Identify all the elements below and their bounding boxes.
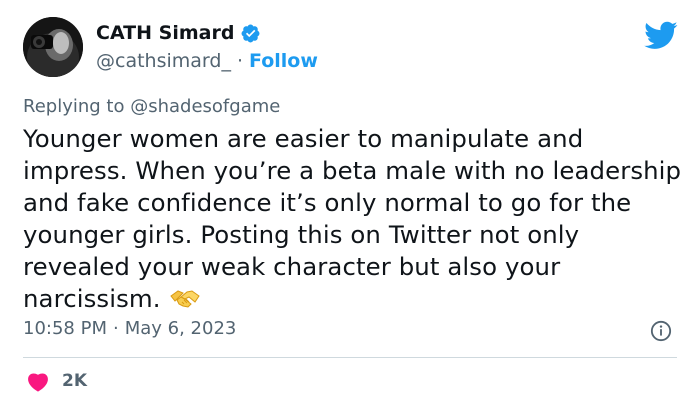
follow-button[interactable]: Follow: [249, 50, 318, 72]
handle-separator: ·: [236, 50, 243, 72]
tweet-time[interactable]: 10:58 PM: [23, 318, 107, 339]
author-handle[interactable]: @cathsimard_: [96, 50, 231, 72]
tweet-timestamp-row: 10:58 PM · May 6, 2023: [23, 318, 236, 339]
replying-to-label: Replying to: [23, 96, 125, 117]
like-count: 2K: [62, 371, 88, 391]
replying-to-line: Replying to @shadesofgame: [23, 96, 280, 117]
info-icon[interactable]: [650, 320, 672, 342]
tweet-date[interactable]: May 6, 2023: [125, 318, 237, 339]
author-display-name[interactable]: CATH Simard: [96, 22, 234, 44]
reply-mention-link[interactable]: @shadesofgame: [130, 96, 280, 117]
heart-icon: [28, 373, 48, 392]
divider: [23, 357, 677, 358]
twitter-bird-icon[interactable]: [644, 18, 678, 52]
author-name-row: CATH Simard: [96, 22, 261, 44]
avatar[interactable]: [23, 17, 83, 77]
tweet-body: Younger women are easier to manipulate a…: [23, 123, 683, 315]
tweet-text: Younger women are easier to manipulate a…: [23, 124, 682, 313]
verified-badge-icon: [241, 24, 260, 42]
tweet-card: CATH Simard @cathsimard_ · Follow Replyi…: [0, 0, 700, 410]
like-button[interactable]: 2K: [26, 370, 87, 392]
timestamp-separator: ·: [112, 318, 119, 339]
handshake-emoji: [169, 290, 200, 308]
author-handle-row: @cathsimard_ · Follow: [96, 50, 318, 72]
